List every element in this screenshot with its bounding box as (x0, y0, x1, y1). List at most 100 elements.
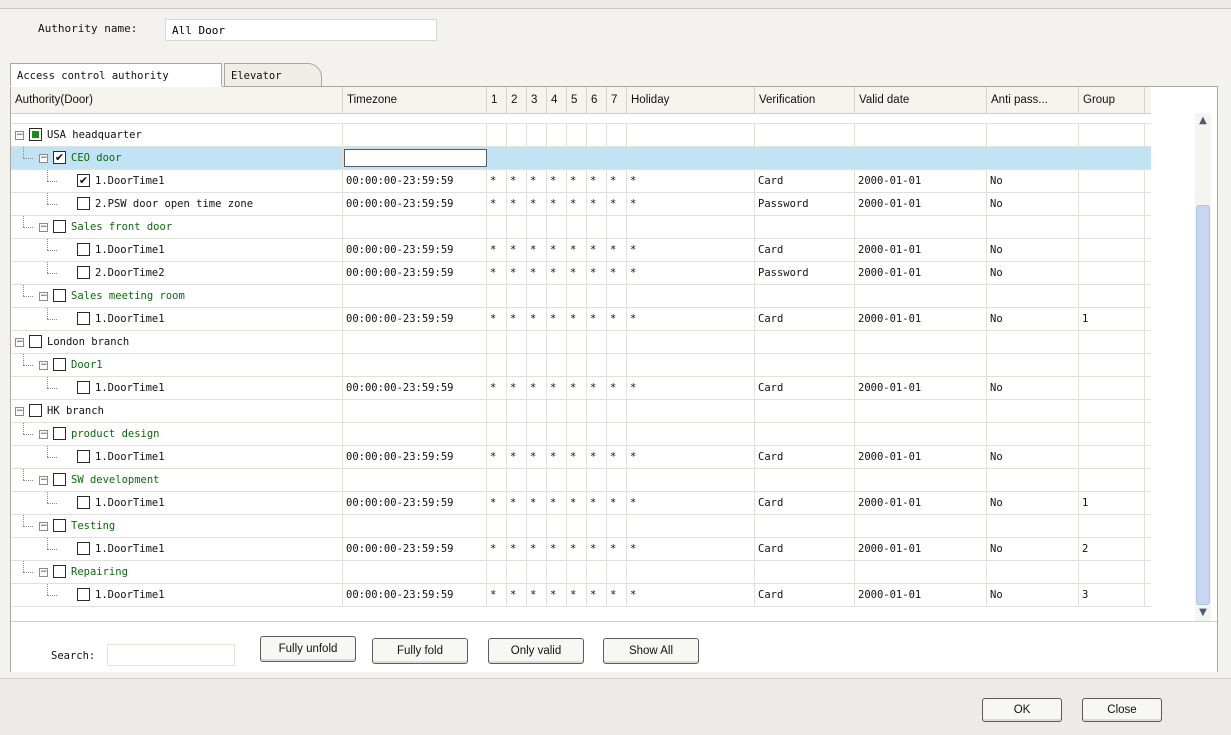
tree-checkbox[interactable] (29, 128, 42, 141)
tree-checkbox[interactable] (53, 358, 66, 371)
tree-checkbox[interactable] (77, 496, 90, 509)
tree-checkbox[interactable] (53, 427, 66, 440)
tree-checkbox[interactable] (53, 473, 66, 486)
anti-pass-cell: No (987, 492, 1079, 514)
tree-node-group[interactable]: − USA headquarter (11, 124, 1151, 147)
tree-node-group[interactable]: − London branch (11, 331, 1151, 354)
col-header-verification[interactable]: Verification (755, 87, 855, 113)
table-row[interactable]: 1.DoorTime1 00:00:00-23:59:59 * * * * * * * * Card… (11, 377, 1151, 400)
tree-node-door[interactable]: − SW development (11, 469, 1151, 492)
tree-checkbox[interactable] (53, 289, 66, 302)
day-cell: * (547, 446, 567, 468)
collapse-icon[interactable]: − (39, 361, 48, 370)
collapse-icon[interactable]: − (39, 223, 48, 232)
tree-checkbox[interactable] (77, 266, 90, 279)
day-cell (547, 515, 567, 537)
tree-checkbox[interactable] (53, 565, 66, 578)
fully-unfold-button[interactable]: Fully unfold (260, 636, 356, 662)
collapse-icon[interactable]: − (15, 338, 24, 347)
collapse-icon[interactable]: − (39, 476, 48, 485)
tree-checkbox[interactable] (29, 404, 42, 417)
tree-checkbox[interactable] (77, 381, 90, 394)
col-header-anti-pass[interactable]: Anti pass... (987, 87, 1079, 113)
tree-checkbox[interactable] (77, 312, 90, 325)
tree-node-door[interactable]: − Sales meeting room (11, 285, 1151, 308)
col-header-day-3[interactable]: 3 (527, 87, 547, 113)
col-header-day-5[interactable]: 5 (567, 87, 587, 113)
tree-node-label: 2.PSW door open time zone (95, 198, 254, 210)
only-valid-button[interactable]: Only valid (488, 638, 584, 664)
tree-node-group[interactable]: − HK branch (11, 400, 1151, 423)
table-row[interactable]: 1.DoorTime1 00:00:00-23:59:59 * * * * * * * * Card… (11, 584, 1151, 607)
tree-checkbox[interactable] (77, 450, 90, 463)
col-header-valid-date[interactable]: Valid date (855, 87, 987, 113)
search-input[interactable] (107, 644, 235, 666)
scroll-thumb[interactable] (1196, 205, 1210, 605)
tree-checkbox[interactable] (29, 335, 42, 348)
tree-node-door[interactable]: − product design (11, 423, 1151, 446)
table-row[interactable]: 2.PSW door open time zone 00:00:00-23:59:… (11, 193, 1151, 216)
day-cell (547, 216, 567, 238)
table-row[interactable]: 1.DoorTime1 00:00:00-23:59:59 * * * * * * * * Card… (11, 239, 1151, 262)
tree-checkbox[interactable] (77, 542, 90, 555)
day-cell (507, 216, 527, 238)
vertical-scrollbar[interactable]: ▲ ▼ (1195, 113, 1211, 621)
table-row[interactable]: 1.DoorTime1 00:00:00-23:59:59 * * * * * * * * Card… (11, 446, 1151, 469)
fully-fold-button[interactable]: Fully fold (372, 638, 468, 664)
show-all-button[interactable]: Show All (603, 638, 699, 664)
day-cell (527, 561, 547, 583)
day-cell: * (587, 538, 607, 560)
day-cell (607, 515, 627, 537)
col-header-authority-door[interactable]: Authority(Door) (11, 87, 343, 113)
collapse-icon[interactable]: − (39, 430, 48, 439)
close-button[interactable]: Close (1082, 698, 1162, 722)
tree-node-door[interactable]: − Sales front door (11, 216, 1151, 239)
day-cell (487, 469, 507, 491)
tree-checkbox[interactable]: ✔ (77, 174, 90, 187)
tree-checkbox[interactable]: ✔ (53, 151, 66, 164)
table-row[interactable]: 2.DoorTime2 00:00:00-23:59:59 * * * * * * * * Pass… (11, 262, 1151, 285)
tab-access-control-authority[interactable]: Access control authority (10, 63, 222, 87)
tree-checkbox[interactable] (53, 519, 66, 532)
authority-name-label: Authority name: (38, 22, 138, 35)
collapse-icon[interactable]: − (15, 131, 24, 140)
tree-checkbox[interactable] (53, 220, 66, 233)
tab-elevator[interactable]: Elevator (224, 63, 322, 87)
table-row[interactable]: 1.DoorTime1 00:00:00-23:59:59 * * * * * * * * Card… (11, 492, 1151, 515)
table-row[interactable]: 1.DoorTime1 00:00:00-23:59:59 * * * * * * * * Card… (11, 308, 1151, 331)
collapse-icon[interactable]: − (15, 407, 24, 416)
table-row[interactable]: 1.DoorTime1 00:00:00-23:59:59 * * * * * * * * Card… (11, 538, 1151, 561)
tree-checkbox[interactable] (77, 243, 90, 256)
tree-node-door[interactable]: − Testing (11, 515, 1151, 538)
timezone-edit-field[interactable] (344, 149, 487, 167)
col-header-day-2[interactable]: 2 (507, 87, 527, 113)
collapse-icon[interactable]: − (39, 292, 48, 301)
col-header-group[interactable]: Group (1079, 87, 1145, 113)
authority-name-input[interactable] (165, 19, 437, 41)
col-header-day-7[interactable]: 7 (607, 87, 627, 113)
scroll-down-icon[interactable]: ▼ (1195, 605, 1211, 621)
tree-checkbox[interactable] (77, 588, 90, 601)
table-row[interactable]: ✔ 1.DoorTime1 00:00:00-23:59:59 * * * * * * * * Car… (11, 170, 1151, 193)
tree-node-door[interactable]: − Door1 (11, 354, 1151, 377)
valid-date-cell: 2000-01-01 (855, 239, 987, 261)
collapse-icon[interactable]: − (39, 568, 48, 577)
tree-node-door[interactable]: − Repairing (11, 561, 1151, 584)
scroll-up-icon[interactable]: ▲ (1195, 113, 1211, 129)
day-cell (587, 561, 607, 583)
timezone-cell: 00:00:00-23:59:59 (343, 193, 487, 215)
day-cell (567, 469, 587, 491)
col-header-holiday[interactable]: Holiday (627, 87, 755, 113)
collapse-icon[interactable]: − (39, 522, 48, 531)
col-header-timezone[interactable]: Timezone (343, 87, 487, 113)
ok-button[interactable]: OK (982, 698, 1062, 722)
tree-checkbox[interactable] (77, 197, 90, 210)
day-cell: * (527, 538, 547, 560)
tree-node-door[interactable]: − ✔ CEO door (11, 147, 1151, 170)
day-cell (527, 423, 547, 445)
col-header-day-4[interactable]: 4 (547, 87, 567, 113)
authority-door-cell (11, 538, 343, 560)
col-header-day-1[interactable]: 1 (487, 87, 507, 113)
col-header-day-6[interactable]: 6 (587, 87, 607, 113)
collapse-icon[interactable]: − (39, 154, 48, 163)
